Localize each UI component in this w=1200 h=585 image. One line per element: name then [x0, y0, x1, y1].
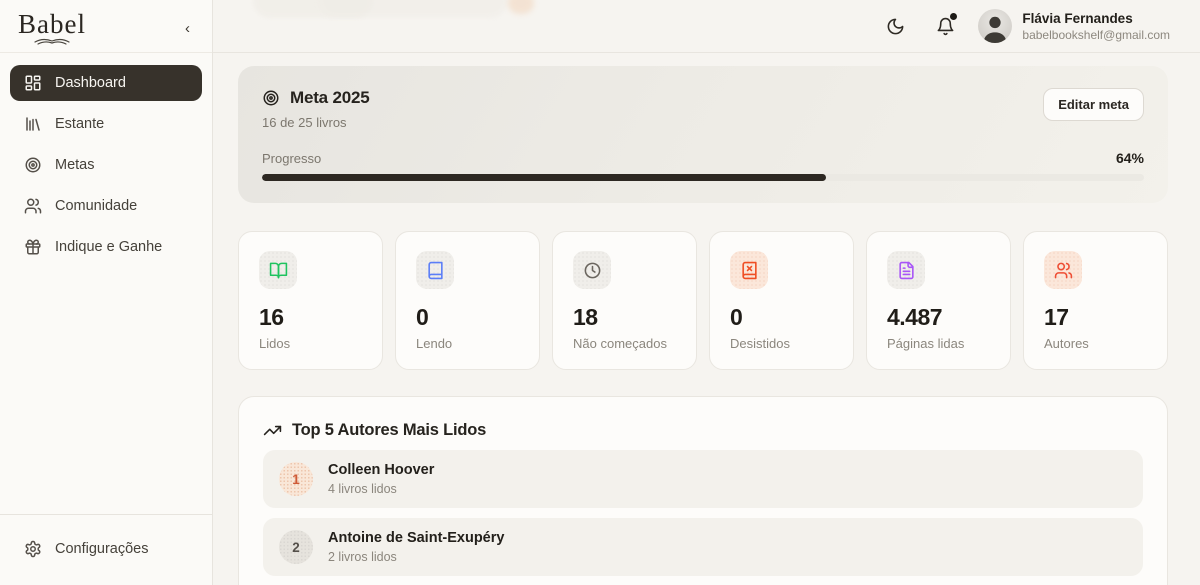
stat-value: 18: [573, 304, 676, 331]
sidebar-item-label: Estante: [55, 116, 104, 132]
reading-goal-card: Meta 2025 16 de 25 livros Editar meta Pr…: [238, 66, 1168, 203]
progress-label: Progresso: [262, 151, 321, 166]
stat-card-lendo: 0 Lendo: [395, 231, 540, 370]
goal-info: Meta 2025 16 de 25 livros: [262, 88, 369, 130]
stat-card-nao-comecados: 18 Não começados: [552, 231, 697, 370]
user-name: Flávia Fernandes: [1022, 11, 1170, 26]
stat-value: 4.487: [887, 304, 990, 331]
sidebar-item-configuracoes[interactable]: Configurações: [10, 531, 202, 567]
sidebar-header: Babel ‹: [0, 0, 212, 53]
author-books-count: 4 livros lidos: [328, 482, 434, 496]
file-text-icon: [887, 251, 925, 289]
goal-progress: Progresso 64%: [262, 150, 1144, 181]
rank-badge: 1: [279, 462, 313, 496]
stats-grid: 16 Lidos 0 Lendo 18 Não começados: [238, 231, 1168, 370]
sidebar-item-label: Metas: [55, 157, 95, 173]
target-icon: [262, 89, 280, 107]
edit-goal-button[interactable]: Editar meta: [1043, 88, 1144, 121]
scrolled-content-ghost: [318, 0, 508, 18]
author-info: Antoine de Saint-Exupéry 2 livros lidos: [328, 530, 504, 564]
sidebar-item-dashboard[interactable]: Dashboard: [10, 65, 202, 101]
trending-up-icon: [263, 421, 282, 440]
user-menu[interactable]: Flávia Fernandes babelbookshelf@gmail.co…: [978, 9, 1170, 43]
scrolled-content-ghost: [253, 0, 373, 18]
gift-icon: [24, 238, 42, 256]
dashboard-content: Meta 2025 16 de 25 livros Editar meta Pr…: [213, 53, 1200, 585]
main-area: Flávia Fernandes babelbookshelf@gmail.co…: [213, 0, 1200, 585]
rank-badge: 2: [279, 530, 313, 564]
app-logo-text: Babel: [18, 10, 86, 38]
sidebar-nav: Dashboard Estante Metas Comunidade Indiq…: [0, 53, 212, 265]
stat-card-desistidos: 0 Desistidos: [709, 231, 854, 370]
notifications-button[interactable]: [928, 9, 962, 43]
goal-subtitle: 16 de 25 livros: [262, 115, 369, 130]
stat-card-autores: 17 Autores: [1023, 231, 1168, 370]
gear-icon: [24, 540, 42, 558]
app-logo: Babel: [18, 10, 86, 46]
sidebar: Babel ‹ Dashboard Estante Metas: [0, 0, 213, 585]
sidebar-item-estante[interactable]: Estante: [10, 106, 202, 142]
stat-label: Lidos: [259, 336, 362, 351]
sidebar-item-label: Indique e Ganhe: [55, 239, 162, 255]
library-icon: [24, 115, 42, 133]
stat-card-lidos: 16 Lidos: [238, 231, 383, 370]
progress-percent: 64%: [1116, 150, 1144, 166]
users-icon: [1044, 251, 1082, 289]
user-email: babelbookshelf@gmail.com: [1022, 28, 1170, 42]
scrolled-content-ghost: [508, 0, 534, 14]
sidebar-item-metas[interactable]: Metas: [10, 147, 202, 183]
stat-label: Não começados: [573, 336, 676, 351]
author-name: Antoine de Saint-Exupéry: [328, 530, 504, 546]
sidebar-item-label: Dashboard: [55, 75, 126, 91]
moon-icon: [886, 17, 905, 36]
dark-mode-toggle[interactable]: [878, 9, 912, 43]
target-icon: [24, 156, 42, 174]
author-info: Colleen Hoover 4 livros lidos: [328, 462, 434, 496]
stat-value: 16: [259, 304, 362, 331]
author-list-item[interactable]: 1 Colleen Hoover 4 livros lidos: [263, 450, 1143, 508]
top-authors-title: Top 5 Autores Mais Lidos: [292, 421, 486, 440]
stat-value: 0: [730, 304, 833, 331]
goal-title: Meta 2025: [290, 88, 369, 108]
stat-value: 0: [416, 304, 519, 331]
author-list-item[interactable]: 2 Antoine de Saint-Exupéry 2 livros lido…: [263, 518, 1143, 576]
dashboard-grid-icon: [24, 74, 42, 92]
sidebar-item-indique-e-ganhe[interactable]: Indique e Ganhe: [10, 229, 202, 265]
goal-progress-fill: [262, 174, 826, 181]
stat-card-paginas-lidas: 4.487 Páginas lidas: [866, 231, 1011, 370]
clock-icon: [573, 251, 611, 289]
sidebar-item-label: Configurações: [55, 541, 149, 557]
stat-label: Desistidos: [730, 336, 833, 351]
author-name: Colleen Hoover: [328, 462, 434, 478]
stat-value: 17: [1044, 304, 1147, 331]
book-open-icon: [259, 251, 297, 289]
sidebar-item-comunidade[interactable]: Comunidade: [10, 188, 202, 224]
goal-progress-bar: [262, 174, 1144, 181]
author-books-count: 2 livros lidos: [328, 550, 504, 564]
stat-label: Lendo: [416, 336, 519, 351]
stat-label: Páginas lidas: [887, 336, 990, 351]
sidebar-item-label: Comunidade: [55, 198, 137, 214]
book-x-icon: [730, 251, 768, 289]
sidebar-spacer: [0, 265, 212, 514]
topbar: Flávia Fernandes babelbookshelf@gmail.co…: [213, 0, 1200, 53]
sidebar-collapse-button[interactable]: ‹: [179, 17, 196, 40]
open-book-logo-icon: [33, 37, 71, 46]
book-icon: [416, 251, 454, 289]
notification-dot: [950, 13, 957, 20]
avatar: [978, 9, 1012, 43]
top-authors-card: Top 5 Autores Mais Lidos 1 Colleen Hoove…: [238, 396, 1168, 585]
sidebar-footer: Configurações: [0, 514, 212, 585]
users-icon: [24, 197, 42, 215]
stat-label: Autores: [1044, 336, 1147, 351]
user-meta: Flávia Fernandes babelbookshelf@gmail.co…: [1022, 11, 1170, 42]
